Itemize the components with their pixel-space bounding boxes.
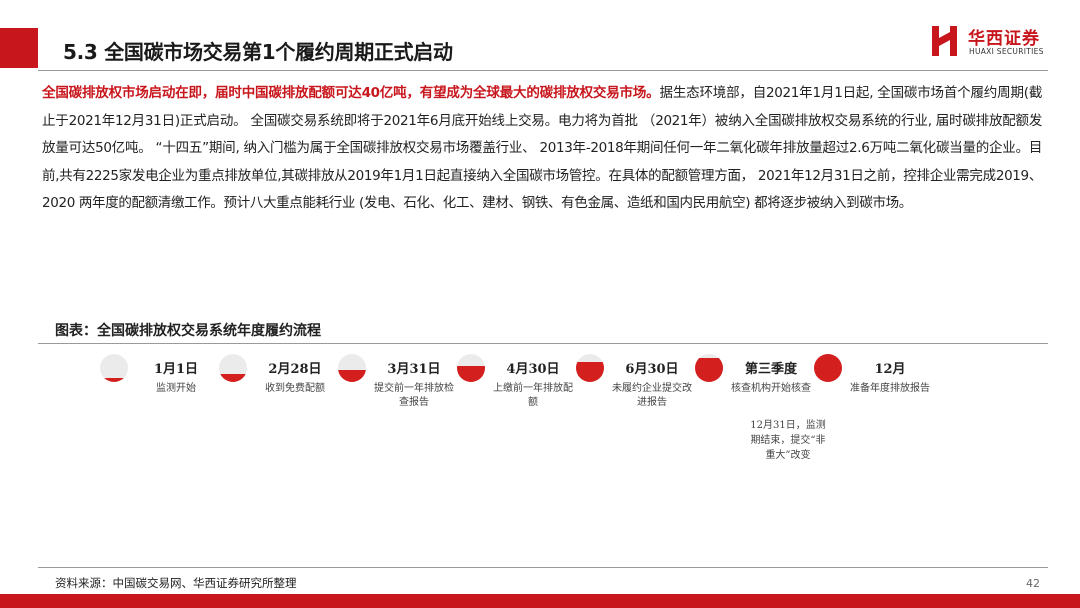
company-logo: 华西证券 HUAXI SECURITIES bbox=[930, 24, 1060, 60]
step-label: 3月31日 bbox=[387, 362, 441, 377]
page-number: 42 bbox=[1026, 577, 1040, 590]
title-accent-bar bbox=[0, 28, 38, 68]
step-description: 监测开始 bbox=[156, 383, 196, 394]
progress-circle-icon bbox=[695, 354, 723, 382]
step-dec-note: 12月31日，监测期结束，提交“非重大”改变 bbox=[750, 420, 826, 461]
step-description: 未履约企业提交改进报告 bbox=[612, 383, 692, 408]
body-text: 据生态环境部，自2021年1月1日起, 全国碳市场首个履约周期(截止于2021年… bbox=[42, 85, 1042, 211]
step-label: 1月1日 bbox=[153, 362, 199, 377]
progress-circle-icon bbox=[338, 354, 366, 382]
logo-english-name: HUAXI SECURITIES bbox=[969, 47, 1044, 56]
footer-accent-bar bbox=[0, 594, 1080, 608]
figure-divider bbox=[38, 343, 1048, 344]
figure-title: 图表：全国碳排放权交易系统年度履约流程 bbox=[55, 323, 321, 339]
logo-chinese-name: 华西证券 bbox=[968, 29, 1040, 49]
title-divider bbox=[38, 70, 1048, 71]
step-description: 提交前一年排放检查报告 bbox=[374, 383, 454, 408]
progress-circle-icon bbox=[814, 354, 842, 382]
step-label: 12月 bbox=[874, 362, 906, 377]
progress-circle-icon bbox=[576, 354, 604, 382]
body-paragraph: 全国碳排放权市场启动在即，届时中国碳排放配额可达40亿吨，有望成为全球最大的碳排… bbox=[42, 80, 1042, 218]
progress-circle-icon bbox=[100, 354, 128, 382]
step-label: 第三季度 bbox=[744, 362, 797, 377]
footer-divider bbox=[38, 567, 1048, 568]
step-label: 6月30日 bbox=[625, 362, 679, 377]
source-note: 资料来源：中国碳交易网、华西证券研究所整理 bbox=[55, 576, 297, 590]
huaxi-logo-icon bbox=[932, 26, 957, 56]
step-label: 4月30日 bbox=[506, 362, 560, 377]
progress-circle-icon bbox=[457, 354, 485, 382]
step-description: 收到免费配额 bbox=[265, 383, 325, 394]
body-highlight: 全国碳排放权市场启动在即，届时中国碳排放配额可达40亿吨，有望成为全球最大的碳排… bbox=[42, 85, 660, 101]
page-title: 5.3 全国碳市场交易第1个履约周期正式启动 bbox=[63, 40, 453, 64]
step-description: 上缴前一年排放配额 bbox=[493, 383, 573, 408]
step-description: 准备年度排放报告 bbox=[850, 383, 930, 394]
step-label: 2月28日 bbox=[268, 362, 322, 377]
progress-circle-icon bbox=[219, 354, 247, 382]
step-description: 核查机构开始核查 bbox=[731, 383, 811, 394]
